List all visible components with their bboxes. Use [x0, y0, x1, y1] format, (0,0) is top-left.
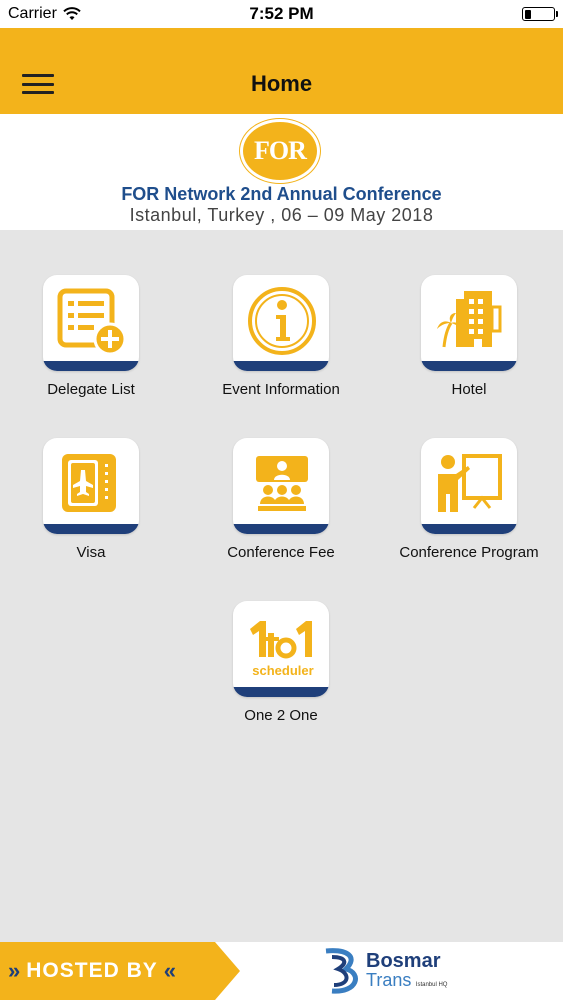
tile-card[interactable]	[421, 438, 517, 534]
status-time: 7:52 PM	[249, 4, 314, 23]
one-to-one-scheduler-icon: scheduler	[250, 621, 314, 678]
tile-label: Delegate List	[47, 381, 135, 398]
for-network-logo: FOR	[240, 119, 320, 183]
page-title: Home	[250, 71, 313, 96]
passport-icon	[62, 454, 116, 512]
conference-banner: FOR FOR Network 2nd Annual Conference Is…	[0, 114, 563, 230]
battery-icon	[522, 7, 558, 21]
bosmar-logo-icon	[325, 948, 358, 994]
conference-title: FOR Network 2nd Annual Conference	[121, 184, 442, 204]
tile-card[interactable]	[233, 438, 329, 534]
tile-label: Conference Program	[399, 544, 539, 561]
tile-card[interactable]	[43, 275, 139, 371]
presenter-icon	[438, 454, 502, 512]
info-icon	[248, 287, 316, 355]
tile-card[interactable]	[233, 275, 329, 371]
double-chevron-right-icon: »	[8, 958, 21, 983]
double-chevron-left-icon: «	[163, 958, 177, 983]
tile-label: Hotel	[451, 381, 487, 398]
sponsor-name: Bosmar	[366, 950, 441, 972]
hosted-by-label: HOSTED BY	[26, 959, 158, 982]
tile-conference-program[interactable]: Conference Program	[374, 438, 563, 561]
tile-label: One 2 One	[244, 707, 318, 724]
conference-subtitle: Istanbul, Turkey , 06 – 09 May 2018	[129, 205, 434, 225]
hamburger-menu-icon[interactable]	[22, 72, 54, 96]
audience-icon	[256, 456, 308, 511]
tile-label: Event Information	[222, 381, 340, 398]
hosted-by-band: » HOSTED BY «	[0, 942, 240, 1000]
nav-bar: Home	[0, 28, 563, 114]
tile-label: Visa	[76, 544, 106, 561]
sponsor-tag: Istanbul HQ	[415, 982, 448, 988]
hotel-icon	[437, 291, 502, 348]
tile-hotel[interactable]: Hotel	[374, 275, 563, 398]
tile-conference-fee[interactable]: Conference Fee	[186, 438, 376, 561]
scheduler-text: scheduler	[252, 663, 313, 678]
sponsor-text: Bosmar Trans Istanbul HQ	[366, 951, 447, 991]
status-bar: Carrier 7:52 PM	[0, 0, 563, 28]
tile-event-information[interactable]: Event Information	[186, 275, 376, 398]
tile-label: Conference Fee	[227, 544, 335, 561]
hosted-by-footer: » HOSTED BY « Bosmar Trans Istanbul HQ	[0, 942, 563, 1000]
tile-visa[interactable]: Visa	[0, 438, 186, 561]
logo-text: FOR	[254, 136, 307, 165]
sponsor-logo[interactable]: Bosmar Trans Istanbul HQ	[318, 946, 447, 996]
tile-card[interactable]: scheduler	[233, 601, 329, 697]
tile-one-2-one[interactable]: scheduler One 2 One	[186, 601, 376, 724]
tile-card[interactable]	[421, 275, 517, 371]
delegate-list-icon	[57, 288, 127, 356]
tile-card[interactable]	[43, 438, 139, 534]
sponsor-sub: Trans	[366, 970, 412, 990]
tile-delegate-list[interactable]: Delegate List	[0, 275, 186, 398]
